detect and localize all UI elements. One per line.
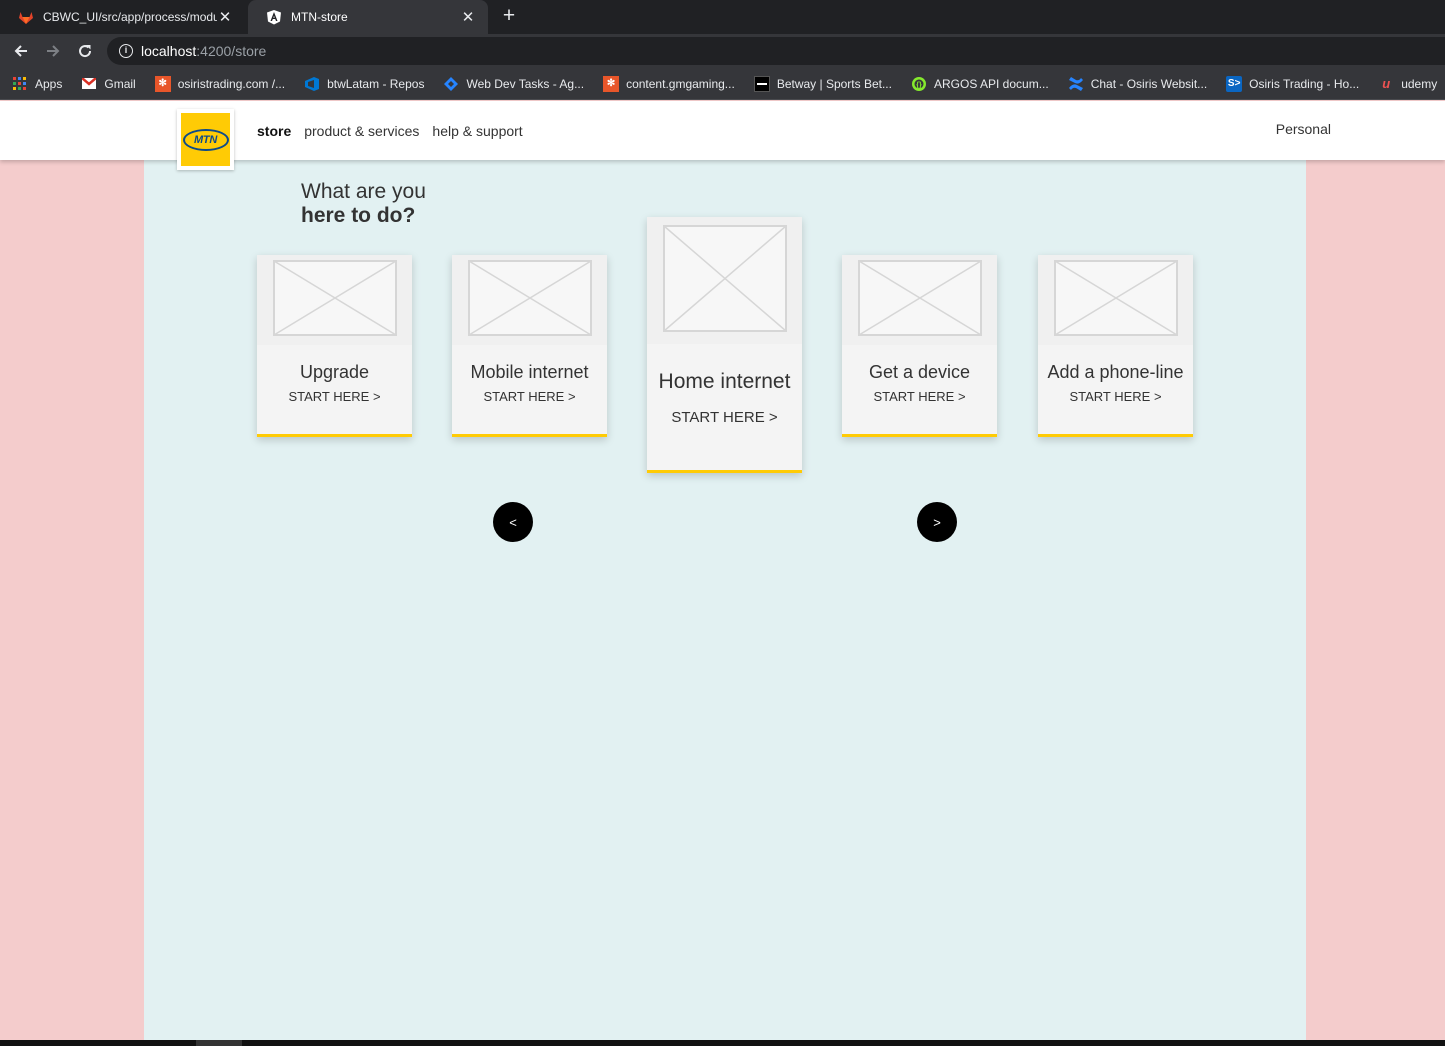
info-icon[interactable]: i: [119, 44, 133, 58]
bookmark-label: Osiris Trading - Ho...: [1249, 76, 1360, 91]
card-image-placeholder: [842, 255, 997, 345]
bookmark-label: Apps: [35, 76, 63, 91]
url-host: localhost: [141, 43, 197, 59]
card-image-placeholder: [1038, 255, 1193, 345]
new-tab-icon[interactable]: +: [496, 3, 522, 29]
angular-icon: [266, 9, 282, 25]
url-path: :4200/store: [196, 43, 267, 59]
orange-star-icon: ✻: [603, 75, 620, 92]
card-cta[interactable]: START HERE >: [647, 409, 802, 426]
argos-icon: {}: [911, 76, 927, 92]
bookmark-label: osiristrading.com /...: [177, 76, 286, 91]
bookmark-gmail[interactable]: Gmail: [81, 76, 136, 92]
heading-line-1: What are you: [301, 180, 426, 203]
mtn-logo[interactable]: MTN: [177, 109, 234, 170]
card-get-a-device[interactable]: Get a device START HERE >: [842, 255, 997, 437]
card-cta[interactable]: START HERE >: [842, 389, 997, 404]
logo-oval: MTN: [182, 128, 229, 151]
card-upgrade[interactable]: Upgrade START HERE >: [257, 255, 412, 437]
bookmark-label: Gmail: [104, 76, 136, 91]
close-tab-icon[interactable]: ✕: [460, 8, 476, 26]
bookmark-osiris-trading[interactable]: S> Osiris Trading - Ho...: [1226, 75, 1360, 92]
logo-background: MTN: [181, 113, 230, 166]
tab-title: MTN-store: [291, 10, 348, 24]
bottom-scrollbar: [0, 1040, 1445, 1046]
bookmark-label: Betway | Sports Bet...: [776, 76, 892, 91]
bookmark-label: ARGOS API docum...: [933, 76, 1049, 91]
bookmark-label: btwLatam - Repos: [327, 76, 425, 91]
card-image-placeholder: [647, 217, 802, 344]
nav-store[interactable]: store: [257, 123, 291, 139]
bookmark-label: content.gmgaming...: [626, 76, 735, 91]
card-title: Home internet: [658, 370, 791, 393]
bookmark-btwlatam[interactable]: btwLatam - Repos: [304, 76, 424, 92]
orange-star-icon: ✻: [154, 75, 171, 92]
svg-text:{}: {}: [916, 82, 922, 89]
card-title: Mobile internet: [470, 362, 589, 382]
card-title: Get a device: [868, 362, 971, 382]
bookmarks-bar: Apps Gmail ✻ osiristrading.com /... btwL…: [0, 68, 1445, 100]
personal-link[interactable]: Personal: [1276, 121, 1331, 137]
site-header: MTN store product & services help & supp…: [0, 101, 1445, 170]
card-cta[interactable]: START HERE >: [1038, 389, 1193, 404]
main-nav: store product & services help & support: [257, 123, 536, 139]
tab-mtn-store[interactable]: MTN-store ✕: [248, 0, 488, 34]
bookmark-label: Chat - Osiris Websit...: [1090, 76, 1208, 91]
logo-text: MTN: [194, 133, 217, 146]
browser-toolbar: i localhost:4200/store: [0, 34, 1445, 68]
heading-line-2: here to do?: [301, 204, 416, 227]
card-home-internet[interactable]: Home internet START HERE >: [647, 217, 802, 473]
bookmark-label: Web Dev Tasks - Ag...: [466, 76, 585, 91]
betway-icon: [753, 75, 770, 92]
osiris-icon: S>: [1226, 75, 1243, 92]
tab-title: CBWC_UI/src/app/process/modu: [43, 10, 217, 24]
scrollbar-thumb[interactable]: [196, 1040, 242, 1046]
card-cta[interactable]: START HERE >: [452, 389, 607, 404]
carousel-next-button[interactable]: >: [917, 502, 957, 542]
bookmark-web-dev-tasks[interactable]: Web Dev Tasks - Ag...: [443, 76, 584, 92]
azure-devops-icon: [304, 76, 320, 92]
browser-tab-bar: CBWC_UI/src/app/process/modu ✕ MTN-store…: [0, 0, 1445, 34]
bookmark-label: udemy: [1401, 76, 1438, 91]
nav-product-services[interactable]: product & services: [304, 123, 419, 139]
card-mobile-internet[interactable]: Mobile internet START HERE >: [452, 255, 607, 437]
bookmark-argos-api[interactable]: {} ARGOS API docum...: [911, 76, 1049, 92]
card-title: Upgrade: [299, 362, 370, 382]
bookmark-betway[interactable]: Betway | Sports Bet...: [753, 75, 892, 92]
bookmark-content-gmgaming[interactable]: ✻ content.gmgaming...: [603, 75, 735, 92]
card-cta[interactable]: START HERE >: [257, 389, 412, 404]
bookmark-udemy[interactable]: u udemy: [1378, 76, 1437, 92]
jira-icon: [443, 76, 459, 92]
page-heading: What are you here to do?: [301, 180, 426, 228]
forward-icon[interactable]: [41, 39, 65, 63]
nav-help-support[interactable]: help & support: [432, 123, 522, 139]
card-image-placeholder: [257, 255, 412, 345]
tab-cbwc-ui[interactable]: CBWC_UI/src/app/process/modu ✕: [0, 0, 245, 34]
carousel-prev-button[interactable]: <: [493, 502, 533, 542]
reload-icon[interactable]: [73, 39, 97, 63]
card-image-placeholder: [452, 255, 607, 345]
udemy-icon: u: [1382, 76, 1391, 91]
card-add-phone-line[interactable]: Add a phone-line START HERE >: [1038, 255, 1193, 437]
card-title: Add a phone-line: [1047, 362, 1184, 382]
confluence-icon: [1068, 76, 1084, 92]
bookmark-apps[interactable]: Apps: [12, 76, 62, 92]
back-icon[interactable]: [9, 39, 33, 63]
bookmark-osiristrading[interactable]: ✻ osiristrading.com /...: [154, 75, 286, 92]
apps-grid-icon: [12, 76, 28, 92]
main-content: What are you here to do? Upgrade START H…: [144, 160, 1306, 1040]
bookmark-chat-osiris[interactable]: Chat - Osiris Websit...: [1068, 76, 1207, 92]
close-tab-icon[interactable]: ✕: [217, 8, 233, 26]
gitlab-icon: [18, 9, 34, 25]
address-bar[interactable]: i localhost:4200/store: [107, 37, 1445, 65]
gmail-icon: [81, 76, 97, 92]
